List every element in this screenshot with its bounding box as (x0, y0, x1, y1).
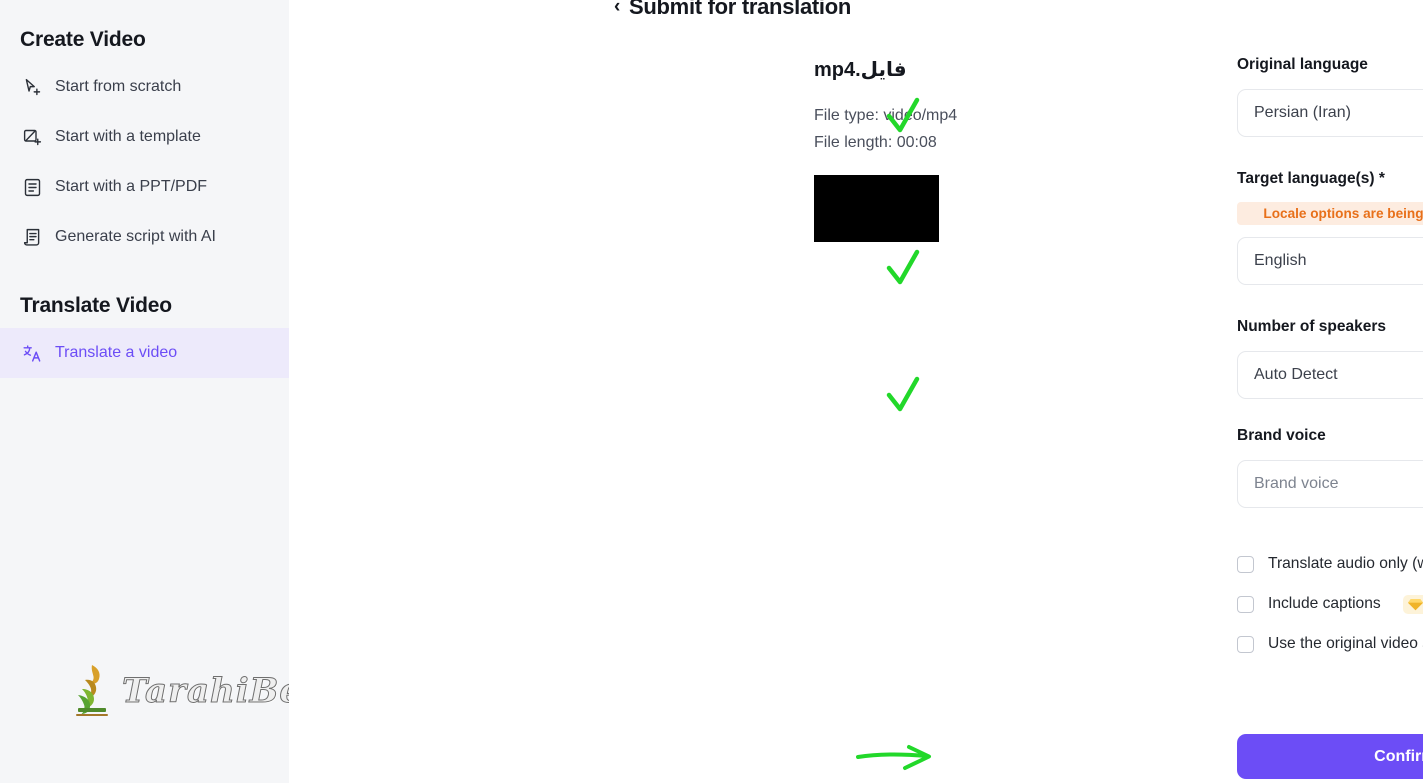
checkbox-include-captions[interactable] (1237, 595, 1254, 613)
sidebar-item-label: Start with a template (55, 128, 201, 145)
speakers-header: Number of speakers (1237, 314, 1423, 340)
sidebar-item-label: Start from scratch (55, 78, 182, 95)
speakers-value: Auto Detect (1254, 366, 1338, 383)
checkbox-label: Translate audio only (with no lip sync) (1268, 555, 1423, 572)
checkbox-label: Use the original video specs (1268, 635, 1423, 652)
app-root: Create Video Start from scratch Start wi… (0, 0, 1423, 783)
annotation-arrow-confirm (855, 740, 955, 774)
sidebar-item-start-from-scratch[interactable]: Start from scratch (0, 62, 289, 112)
checkbox-label: Include captions (1268, 595, 1381, 612)
translate-icon (22, 343, 43, 364)
cursor-plus-icon (22, 77, 43, 98)
document-icon (22, 177, 43, 198)
annotation-check-speakers (883, 373, 927, 421)
sidebar-section-heading-translate: Translate Video (20, 294, 172, 317)
diamond-icon (1407, 598, 1423, 611)
file-meta: File type: video/mp4 File length: 00:08 (814, 102, 1144, 156)
target-language-value: English (1254, 252, 1307, 269)
template-plus-icon (22, 127, 43, 148)
target-language-header: Target language(s) * Use local voice fil… (1237, 166, 1423, 192)
checkbox-row-original-video-specs[interactable]: Use the original video specs Enterprise (1237, 624, 1423, 664)
brand-voice-select[interactable]: Brand voice (1237, 460, 1423, 508)
checkbox-original-video-specs[interactable] (1237, 635, 1254, 653)
chevron-left-icon[interactable]: ‹ (614, 0, 620, 16)
sidebar-section-heading-create: Create Video (20, 28, 146, 51)
sidebar-item-start-with-ppt-pdf[interactable]: Start with a PPT/PDF (0, 162, 289, 212)
checkbox-translate-audio-only[interactable] (1237, 555, 1254, 573)
sidebar-item-generate-script-with-ai[interactable]: Generate script with AI (0, 212, 289, 262)
original-language-header: Original language Upload SRT/ASS (1237, 52, 1423, 78)
script-ai-icon (22, 227, 43, 248)
page-title-text: Submit for translation (629, 0, 851, 19)
video-thumbnail[interactable] (814, 175, 939, 242)
checkbox-row-translate-audio-only[interactable]: Translate audio only (with no lip sync) (1237, 544, 1423, 584)
target-language-label: Target language(s) * (1237, 170, 1385, 187)
file-length: File length: 00:08 (814, 134, 937, 151)
brand-voice-header: Brand voice (1237, 423, 1423, 449)
file-name: فایل.mp4 (814, 59, 907, 81)
sidebar-item-label: Generate script with AI (55, 228, 216, 245)
sidebar: Create Video Start from scratch Start wi… (0, 0, 434, 783)
page-title: ‹ Submit for translation (614, 0, 851, 20)
file-info-panel: فایل.mp4 File type: video/mp4 File lengt… (814, 57, 1144, 242)
checkbox-row-include-captions[interactable]: Include captions Creator (1237, 584, 1423, 624)
sidebar-item-translate-a-video[interactable]: Translate a video (0, 328, 289, 378)
original-language-label: Original language (1237, 56, 1368, 73)
brand-voice-value: Brand voice (1254, 475, 1339, 492)
options-checkbox-group: Translate audio only (with no lip sync) … (1237, 544, 1423, 664)
watermark-logo-icon (72, 663, 116, 719)
speakers-select[interactable]: Auto Detect (1237, 351, 1423, 399)
sidebar-item-start-with-template[interactable]: Start with a template (0, 112, 289, 162)
target-language-select[interactable]: English (1237, 237, 1423, 285)
sidebar-item-label: Translate a video (55, 344, 178, 361)
file-type: File type: video/mp4 (814, 107, 958, 124)
speakers-label: Number of speakers (1237, 318, 1387, 335)
translation-form: Original language Upload SRT/ASS Persian… (1237, 52, 1423, 664)
brand-voice-label: Brand voice (1237, 427, 1326, 444)
target-language-row: English + (1237, 237, 1423, 285)
main-content: ‹ Submit for translation فایل.mp4 File t… (289, 0, 1423, 783)
sidebar-item-label: Start with a PPT/PDF (55, 178, 208, 195)
plan-badge-creator: Creator (1402, 594, 1423, 614)
original-language-value: Persian (Iran) (1254, 104, 1351, 121)
locale-warning-banner: Locale options are being upgraded, will … (1237, 202, 1423, 225)
confirm-submission-button[interactable]: Confirm submission (1237, 734, 1423, 779)
annotation-check-target-language (883, 246, 927, 294)
original-language-select[interactable]: Persian (Iran) (1237, 89, 1423, 137)
